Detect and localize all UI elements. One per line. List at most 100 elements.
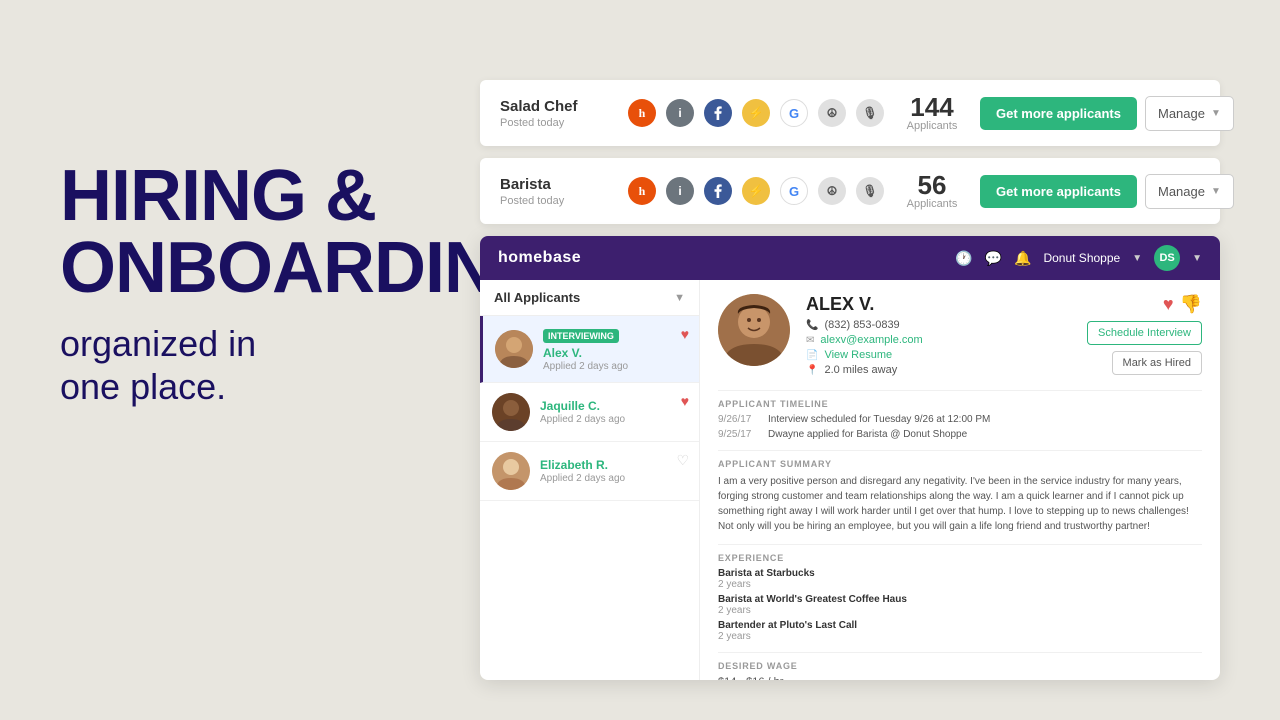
- applicant-count: 144 Applicants: [902, 94, 962, 132]
- timeline-text-0: Interview scheduled for Tuesday 9/26 at …: [768, 414, 990, 425]
- detail-heart-icon[interactable]: ♥: [1163, 294, 1174, 315]
- applicant-name-alex: Alex V.: [543, 346, 687, 360]
- applicant-details-jaquille: Jaquille C. Applied 2 days ago: [540, 399, 687, 425]
- experience-list: Barista at Starbucks 2 years Barista at …: [718, 568, 1202, 642]
- mark-as-hired-button[interactable]: Mark as Hired: [1112, 351, 1202, 375]
- summary-section-label: APPLICANT SUMMARY: [718, 450, 1202, 469]
- indeed-icon: i: [666, 99, 694, 127]
- experience-section-label: EXPERIENCE: [718, 544, 1202, 563]
- file-icon: 📄: [806, 350, 818, 361]
- google-icon: G: [780, 99, 808, 127]
- get-more-applicants-button-1[interactable]: Get more applicants: [980, 97, 1137, 130]
- zip-recruiter-icon: ⚡: [742, 99, 770, 127]
- hirequest-icon: h: [628, 99, 656, 127]
- distance-text: 2.0 miles away: [824, 364, 897, 376]
- mic-icon-2: 🎙: [856, 177, 884, 205]
- exp-item-2: Bartender at Pluto's Last Call 2 years: [718, 620, 1202, 642]
- count-label-2: Applicants: [902, 198, 962, 210]
- applicant-applied-jaquille: Applied 2 days ago: [540, 414, 687, 425]
- chat-icon[interactable]: 💬: [985, 250, 1002, 267]
- exp-item-0: Barista at Starbucks 2 years: [718, 568, 1202, 590]
- homebase-panel: homebase 🕐 💬 🔔 Donut Shoppe ▼ DS ▼ All A…: [480, 236, 1220, 680]
- detail-name: ALEX V.: [806, 294, 923, 315]
- distance-row: 📍 2.0 miles away: [806, 364, 923, 376]
- status-badge-alex: INTERVIEWING: [543, 329, 619, 343]
- timeline: 9/26/17 Interview scheduled for Tuesday …: [718, 414, 1202, 440]
- manage-label: Manage: [1158, 106, 1205, 121]
- user-avatar[interactable]: DS: [1154, 245, 1180, 271]
- timeline-row-0: 9/26/17 Interview scheduled for Tuesday …: [718, 414, 1202, 425]
- exp-duration-1: 2 years: [718, 605, 1202, 616]
- applicant-name-jaquille: Jaquille C.: [540, 399, 687, 413]
- exp-duration-2: 2 years: [718, 631, 1202, 642]
- heart-outline-elizabeth[interactable]: ♡: [676, 452, 689, 469]
- hirequest-icon-2: h: [628, 177, 656, 205]
- exp-title-1: Barista at World's Greatest Coffee Haus: [718, 594, 1202, 605]
- manage-button-1[interactable]: Manage ▼: [1145, 96, 1234, 131]
- schedule-interview-button[interactable]: Schedule Interview: [1087, 321, 1202, 345]
- manage-button-2[interactable]: Manage ▼: [1145, 174, 1234, 209]
- clock-icon[interactable]: 🕐: [955, 250, 972, 267]
- applicant-applied-elizabeth: Applied 2 days ago: [540, 473, 687, 484]
- job-info-2: Barista Posted today: [500, 176, 610, 207]
- applicant-item-jaquille[interactable]: Jaquille C. Applied 2 days ago ♥: [480, 383, 699, 442]
- phone-icon: 📞: [806, 320, 818, 331]
- google-icon-2: G: [780, 177, 808, 205]
- applicant-details-elizabeth: Elizabeth R. Applied 2 days ago: [540, 458, 687, 484]
- get-more-applicants-button-2[interactable]: Get more applicants: [980, 175, 1137, 208]
- header-icons: 🕐 💬 🔔 Donut Shoppe ▼ DS ▼: [955, 245, 1202, 271]
- resume-row: 📄 View Resume: [806, 349, 923, 361]
- job-icons-2: h i ⚡ G ☮ 🎙: [628, 177, 884, 205]
- job-icons: h i ⚡ G ☮ 🎙: [628, 99, 884, 127]
- applicant-applied-alex: Applied 2 days ago: [543, 361, 687, 372]
- chevron-down-icon: ▼: [1211, 108, 1221, 119]
- detail-heart-row: ♥ 👎: [1163, 294, 1202, 315]
- resume-link[interactable]: View Resume: [824, 349, 892, 361]
- hero-subtitle: organized inone place.: [60, 322, 480, 408]
- exp-title-0: Barista at Starbucks: [718, 568, 1202, 579]
- detail-actions: ♥ 👎 Schedule Interview Mark as Hired: [1087, 294, 1202, 375]
- applicant-item-alex[interactable]: INTERVIEWING Alex V. Applied 2 days ago …: [480, 316, 699, 383]
- hero-section: HIRING &ONBOARDING organized inone place…: [60, 160, 480, 408]
- list-dropdown-icon[interactable]: ▼: [674, 292, 685, 304]
- indeed-icon-2: i: [666, 177, 694, 205]
- homebase-logo: homebase: [498, 249, 581, 267]
- manage-label-2: Manage: [1158, 184, 1205, 199]
- email-row: ✉ alexv@example.com: [806, 334, 923, 346]
- applicant-item-elizabeth[interactable]: Elizabeth R. Applied 2 days ago ♡: [480, 442, 699, 501]
- job-posted: Posted today: [500, 117, 610, 129]
- mic-icon: 🎙: [856, 99, 884, 127]
- applicant-avatar-elizabeth: [492, 452, 530, 490]
- wage-section-label: DESIRED WAGE: [718, 652, 1202, 671]
- list-header-title: All Applicants: [494, 290, 580, 305]
- email-icon: ✉: [806, 335, 814, 346]
- user-dropdown-icon[interactable]: ▼: [1192, 253, 1202, 264]
- homebase-header: homebase 🕐 💬 🔔 Donut Shoppe ▼ DS ▼: [480, 236, 1220, 280]
- job-title: Salad Chef: [500, 98, 610, 115]
- applicant-avatar-alex: [495, 330, 533, 368]
- detail-info: 📞 (832) 853-0839 ✉ alexv@example.com 📄 V…: [806, 319, 923, 376]
- chevron-down-icon-2: ▼: [1211, 186, 1221, 197]
- timeline-section-label: APPLICANT TIMELINE: [718, 390, 1202, 409]
- detail-thumbsdown-icon[interactable]: 👎: [1180, 294, 1202, 315]
- job-title-2: Barista: [500, 176, 610, 193]
- timeline-text-1: Dwayne applied for Barista @ Donut Shopp…: [768, 429, 967, 440]
- bell-icon[interactable]: 🔔: [1014, 250, 1031, 267]
- applicant-detail: ALEX V. 📞 (832) 853-0839 ✉ alexv@example…: [700, 280, 1220, 680]
- timeline-date-0: 9/26/17: [718, 414, 758, 425]
- heart-icon-jaquille[interactable]: ♥: [681, 393, 689, 409]
- zip-recruiter-icon-2: ⚡: [742, 177, 770, 205]
- count-number: 144: [902, 94, 962, 120]
- list-header: All Applicants ▼: [480, 280, 699, 316]
- wage-text: $14 - $16 / hr: [718, 676, 1202, 680]
- applicant-count-2: 56 Applicants: [902, 172, 962, 210]
- job-card-barista: Barista Posted today h i ⚡ G ☮ 🎙 56 Appl…: [480, 158, 1220, 224]
- right-panel: Salad Chef Posted today h i ⚡ G ☮ 🎙 144 …: [480, 80, 1220, 680]
- peace-icon-2: ☮: [818, 177, 846, 205]
- exp-duration-0: 2 years: [718, 579, 1202, 590]
- heart-icon-alex[interactable]: ♥: [681, 326, 689, 342]
- company-dropdown-icon[interactable]: ▼: [1132, 253, 1142, 264]
- email-link[interactable]: alexv@example.com: [820, 334, 922, 346]
- job-card-salad-chef: Salad Chef Posted today h i ⚡ G ☮ 🎙 144 …: [480, 80, 1220, 146]
- detail-header: ALEX V. 📞 (832) 853-0839 ✉ alexv@example…: [718, 294, 1202, 376]
